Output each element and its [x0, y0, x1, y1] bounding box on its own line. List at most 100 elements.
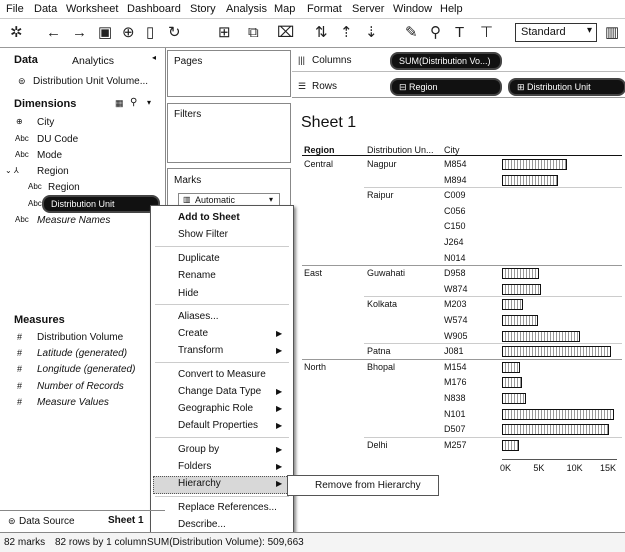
menu-change-data-type[interactable]: Change Data Type — [178, 386, 261, 397]
bar-mark[interactable] — [502, 346, 611, 358]
menu-file[interactable]: File — [6, 3, 24, 15]
menu-analysis[interactable]: Analysis — [226, 3, 267, 15]
tableau-logo-icon[interactable]: ✲ — [10, 24, 23, 42]
bar-mark[interactable] — [502, 283, 542, 295]
menu-describe[interactable]: Describe... — [178, 519, 226, 530]
bar-mark[interactable] — [502, 299, 524, 311]
type-number-icon: # — [17, 364, 23, 374]
menu-convert-to-measure[interactable]: Convert to Measure — [178, 369, 266, 380]
columns-label: Columns — [312, 55, 352, 66]
new-worksheet-icon[interactable]: ⊞ — [218, 24, 231, 42]
field-du-code[interactable]: DU Code — [37, 134, 78, 145]
menu-transform[interactable]: Transform — [178, 345, 223, 356]
tab-analytics[interactable]: Analytics — [72, 55, 114, 67]
bar-mark[interactable] — [502, 393, 526, 404]
bar-mark[interactable] — [502, 439, 520, 451]
viz-rows: Central Nagpur M854 M894 Raipur C009 C056 C150 J… — [292, 100, 625, 508]
menu-create[interactable]: Create — [178, 328, 208, 339]
field-measure-names[interactable]: Measure Names — [37, 215, 110, 226]
field-region-hierarchy[interactable]: Region — [37, 166, 69, 177]
field-latitude[interactable]: Latitude (generated) — [37, 348, 127, 359]
menu-story[interactable]: Story — [190, 3, 216, 15]
rows-pill-region[interactable]: ⊟ Region — [390, 78, 502, 96]
rows-pill-distribution-unit[interactable]: ⊞ Distribution Unit — [508, 78, 625, 96]
bar-mark[interactable] — [502, 330, 580, 342]
menu-add-to-sheet[interactable]: Add to Sheet — [178, 212, 240, 223]
chart-icon[interactable]: ▥ — [605, 24, 619, 42]
sort-asc-icon[interactable]: ⇡ — [340, 24, 353, 42]
city-label: N014 — [444, 252, 466, 263]
menu-format[interactable]: Format — [307, 3, 342, 15]
tab-data[interactable]: Data — [14, 54, 38, 66]
refresh-icon[interactable]: ↻ — [168, 24, 181, 42]
menu-server[interactable]: Server — [352, 3, 384, 15]
labels-icon[interactable]: T — [455, 24, 464, 42]
bar-mark[interactable] — [502, 174, 558, 186]
menu-replace-references[interactable]: Replace References... — [178, 502, 277, 513]
menu-window[interactable]: Window — [393, 3, 432, 15]
hierarchy-icon[interactable]: ⌄ ⅄ — [5, 166, 19, 175]
duplicate-sheet-icon[interactable]: ⧉ — [248, 24, 259, 42]
menu-map[interactable]: Map — [274, 3, 295, 15]
menu-show-filter[interactable]: Show Filter — [178, 229, 228, 240]
redo-icon[interactable]: → — [72, 24, 87, 42]
marks-card[interactable]: Marks ▥ Automatic ▾ — [167, 168, 291, 210]
field-distribution-unit-selected[interactable]: Distribution Unit — [42, 195, 160, 213]
bar-mark[interactable] — [502, 315, 538, 326]
menu-hierarchy[interactable]: Hierarchy — [178, 478, 221, 489]
bar-mark[interactable] — [502, 408, 614, 420]
bar-mark[interactable] — [502, 268, 539, 280]
grid-view-icon[interactable]: ▦ — [115, 98, 124, 109]
fix-axes-icon[interactable]: ⊤ — [480, 24, 493, 42]
field-mode[interactable]: Mode — [37, 150, 62, 161]
bar-mark[interactable] — [502, 361, 520, 373]
field-measure-values[interactable]: Measure Values — [37, 397, 109, 408]
menu-help[interactable]: Help — [440, 3, 463, 15]
x-axis-tick: 15K — [600, 463, 617, 474]
clear-sheet-icon[interactable]: ⌧ — [277, 24, 294, 42]
pages-card[interactable]: Pages — [167, 50, 291, 97]
field-city[interactable]: City — [37, 117, 54, 128]
menu-dashboard[interactable]: Dashboard — [127, 3, 181, 15]
field-distribution-volume[interactable]: Distribution Volume — [37, 332, 123, 343]
rows-shelf[interactable]: ☰ Rows ⊟ Region ⊞ Distribution Unit — [292, 76, 625, 98]
pages-title: Pages — [174, 56, 203, 67]
tab-sheet-1[interactable]: Sheet 1 — [108, 515, 144, 526]
pause-icon[interactable]: ▯ — [146, 24, 154, 42]
menu-hide[interactable]: Hide — [178, 288, 199, 299]
menu-default-properties[interactable]: Default Properties — [178, 420, 258, 431]
filters-card[interactable]: Filters — [167, 103, 291, 163]
search-icon[interactable]: ⚲ — [130, 97, 137, 108]
menu-rename[interactable]: Rename — [178, 270, 216, 281]
menu-aliases[interactable]: Aliases... — [178, 311, 219, 322]
undo-icon[interactable]: ← — [46, 24, 61, 42]
paperclip-icon[interactable]: ⚲ — [430, 24, 441, 42]
tab-data-source[interactable]: Data Source — [19, 516, 75, 527]
menu-remove-from-hierarchy[interactable]: Remove from Hierarchy — [315, 480, 421, 491]
collapse-icon[interactable]: ◂ — [152, 53, 156, 62]
sort-desc-icon[interactable]: ⇣ — [365, 24, 378, 42]
bar-mark[interactable] — [502, 377, 522, 389]
menu-hierarchy-highlight[interactable] — [153, 476, 293, 494]
save-icon[interactable]: ▣ — [98, 24, 112, 42]
menu-geographic-role[interactable]: Geographic Role — [178, 403, 253, 414]
fit-dropdown[interactable]: Standard ▾ — [515, 23, 597, 42]
columns-pill[interactable]: SUM(Distribution Vo...) — [390, 52, 502, 70]
menu-folders[interactable]: Folders — [178, 461, 211, 472]
menu-duplicate[interactable]: Duplicate — [178, 253, 220, 264]
columns-shelf[interactable]: ||| Columns SUM(Distribution Vo...) — [292, 50, 625, 72]
field-region[interactable]: Region — [48, 182, 80, 193]
city-label: M203 — [444, 299, 467, 310]
field-longitude[interactable]: Longitude (generated) — [37, 364, 135, 375]
field-number-of-records[interactable]: Number of Records — [37, 381, 124, 392]
chevron-down-icon[interactable]: ▾ — [147, 98, 151, 107]
new-datasource-icon[interactable]: ⊕ — [122, 24, 135, 42]
menu-group-by[interactable]: Group by — [178, 444, 219, 455]
bar-mark[interactable] — [502, 424, 610, 436]
menu-data[interactable]: Data — [34, 3, 57, 15]
swap-icon[interactable]: ⇅ — [315, 24, 328, 42]
highlight-icon[interactable]: ✎ — [405, 24, 418, 42]
bar-mark[interactable] — [502, 159, 568, 170]
menu-worksheet[interactable]: Worksheet — [66, 3, 118, 15]
datasource-name[interactable]: Distribution Unit Volume... — [33, 76, 148, 87]
